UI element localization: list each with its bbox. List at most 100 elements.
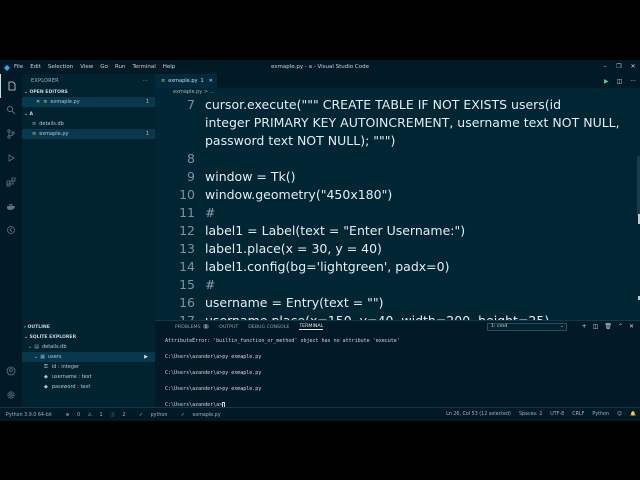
new-terminal-icon[interactable]: + bbox=[582, 323, 587, 330]
menu-edit[interactable]: Edit bbox=[30, 64, 41, 70]
sqlite-explorer-section[interactable]: ⌄ SQLITE EXPLORER bbox=[22, 332, 155, 342]
sqlite-column-item[interactable]: ⚿ id : integer bbox=[22, 362, 155, 372]
letterbox-bottom bbox=[0, 421, 640, 480]
code-text: label1 = Label(text = "Enter Username:") bbox=[205, 223, 466, 238]
breadcrumb[interactable]: exmaple.py > ... bbox=[155, 88, 640, 96]
open-editors-section[interactable]: ⌄ OPEN EDITORS bbox=[22, 88, 155, 97]
cursor-position[interactable]: Ln 26, Col 53 (12 selected) bbox=[446, 412, 511, 417]
run-icon[interactable]: ▶ bbox=[604, 78, 609, 85]
line-number: 15 bbox=[179, 277, 195, 292]
open-editor-item[interactable]: ✕ ≡ exmaple.py 1 bbox=[22, 97, 155, 107]
problems-count-badge: 1 bbox=[202, 324, 210, 329]
remote-icon[interactable] bbox=[0, 218, 22, 242]
file-label: details.db bbox=[39, 121, 64, 127]
problem-count-badge: 1 bbox=[145, 131, 149, 137]
tab-problems-label: PROBLEMS bbox=[175, 325, 201, 330]
line-number: 17 bbox=[155, 312, 195, 320]
bottom-sections: › OUTLINE ⌄ SQLITE EXPLORER ⌄ ▤ details.… bbox=[22, 322, 155, 392]
folder-section[interactable]: ⌄ A bbox=[22, 110, 155, 119]
split-editor-icon[interactable]: ◫ bbox=[617, 78, 623, 85]
feedback-icon[interactable]: ☺ bbox=[617, 412, 622, 417]
sqlite-column-item[interactable]: ◆ password : text bbox=[22, 382, 155, 392]
play-icon[interactable]: ▶ bbox=[144, 354, 148, 360]
panel-actions: + ◫ 🗑 ⌃ ✕ bbox=[582, 323, 634, 330]
terminal-select[interactable]: 1: cmd ⌄ bbox=[487, 323, 567, 331]
explorer-header: EXPLORER ··· bbox=[22, 74, 155, 88]
line-number: 10 bbox=[179, 187, 195, 202]
maximize-button[interactable]: ❐ bbox=[612, 60, 626, 74]
encoding[interactable]: UTF-8 bbox=[550, 412, 564, 417]
tab-output[interactable]: OUTPUT bbox=[219, 325, 238, 330]
code-editor[interactable]: 7 cursor.execute(""" CREATE TABLE IF NOT … bbox=[155, 96, 640, 320]
info-count: 2 bbox=[122, 413, 126, 418]
menu-go[interactable]: Go bbox=[100, 64, 108, 70]
bottom-panel: PROBLEMS 1 OUTPUT DEBUG CONSOLE TERMINAL … bbox=[155, 320, 640, 409]
explorer-title: EXPLORER bbox=[31, 78, 59, 84]
tab-exmaple-py[interactable]: ≡ exmaple.py 1 ✕ bbox=[155, 74, 217, 88]
account-icon[interactable] bbox=[0, 359, 22, 383]
code-line: 12 label1 = Label(text = "Enter Username:… bbox=[155, 222, 635, 240]
tab-debug-console[interactable]: DEBUG CONSOLE bbox=[248, 325, 289, 330]
run-debug-icon[interactable] bbox=[0, 146, 22, 170]
status-left: Python 3.9.0 64-bit ⊗ 0 ⚠ 1 ⓘ 2 ✓ python… bbox=[0, 411, 221, 418]
vscode-window: ◆ File Edit Selection View Go Run Terminal Help… bbox=[0, 60, 640, 421]
gear-icon[interactable] bbox=[0, 383, 22, 407]
terminal-line: AttributeError: 'builtin_function_or_met… bbox=[165, 338, 400, 344]
warning-count: 1 bbox=[99, 413, 103, 418]
split-terminal-icon[interactable]: ◫ bbox=[593, 323, 599, 330]
menu-run[interactable]: Run bbox=[115, 64, 126, 70]
bell-icon[interactable]: 🔔 bbox=[630, 412, 636, 417]
terminal-line: C:\Users\azander\a>py exmaple.py bbox=[165, 386, 262, 392]
source-control-icon[interactable] bbox=[0, 122, 22, 146]
close-icon[interactable]: ✕ bbox=[36, 99, 40, 105]
outline-label: OUTLINE bbox=[27, 324, 50, 330]
status-bar: Python 3.9.0 64-bit ⊗ 0 ⚠ 1 ⓘ 2 ✓ python… bbox=[0, 407, 640, 421]
code-text: username = Entry(text = "") bbox=[205, 295, 384, 310]
trash-icon[interactable]: 🗑 bbox=[604, 323, 612, 330]
docker-icon[interactable] bbox=[0, 194, 22, 218]
editor-actions: ▶ ◫ ··· bbox=[604, 74, 636, 88]
files-icon[interactable] bbox=[0, 74, 22, 98]
terminal-output[interactable]: AttributeError: 'builtin_function_or_met… bbox=[165, 337, 400, 409]
indentation[interactable]: Spaces: 2 bbox=[519, 412, 542, 417]
menu-view[interactable]: View bbox=[80, 64, 93, 70]
open-editor-label: exmaple.py bbox=[50, 99, 80, 105]
file-item-details-db[interactable]: ≡ details.db bbox=[22, 119, 155, 129]
menu-terminal[interactable]: Terminal bbox=[132, 64, 155, 70]
tab-problems[interactable]: PROBLEMS 1 bbox=[165, 324, 210, 330]
extensions-icon[interactable] bbox=[0, 170, 22, 194]
more-actions-icon[interactable]: ··· bbox=[630, 78, 636, 85]
more-actions-icon[interactable]: ··· bbox=[143, 78, 148, 84]
language-mode[interactable]: Python bbox=[592, 412, 609, 417]
close-panel-icon[interactable]: ✕ bbox=[629, 323, 634, 330]
maximize-panel-icon[interactable]: ⌃ bbox=[618, 323, 623, 330]
close-icon[interactable]: ✕ bbox=[209, 78, 213, 84]
python-interpreter[interactable]: Python 3.9.0 64-bit bbox=[6, 413, 52, 418]
code-text: integer PRIMARY KEY AUTOINCREMENT, usern… bbox=[205, 115, 620, 130]
code-line: 13 label1.place(x = 30, y = 40) bbox=[155, 240, 635, 258]
sqlite-explorer-label: SQLITE EXPLORER bbox=[29, 334, 77, 340]
search-icon[interactable] bbox=[0, 98, 22, 122]
problems-status[interactable]: ⊗ 0 ⚠ 1 ⓘ 2 bbox=[60, 413, 126, 418]
file-status[interactable]: ✓ exmaple.py bbox=[175, 413, 221, 418]
line-number bbox=[155, 132, 195, 150]
file-item-exmaple-py[interactable]: ≡ exmaple.py 1 bbox=[22, 129, 155, 139]
tab-badge: 1 bbox=[200, 78, 204, 84]
activity-bar bbox=[0, 74, 22, 407]
file-label: exmaple.py bbox=[39, 131, 69, 137]
outline-section[interactable]: › OUTLINE bbox=[22, 322, 155, 332]
end-of-line[interactable]: CRLF bbox=[572, 412, 584, 417]
sqlite-table-item[interactable]: ⌄ ▦ users ▶ bbox=[22, 352, 155, 362]
tab-terminal[interactable]: TERMINAL bbox=[299, 324, 324, 330]
menu-help[interactable]: Help bbox=[163, 64, 176, 70]
menu-selection[interactable]: Selection bbox=[48, 64, 73, 70]
env-status[interactable]: ✓ python bbox=[133, 413, 167, 418]
menu-file[interactable]: File bbox=[14, 64, 23, 70]
line-number: 9 bbox=[187, 169, 195, 184]
code-text: username.place(x=150, y=40, width=200, h… bbox=[205, 312, 549, 320]
minimize-button[interactable]: – bbox=[598, 60, 612, 74]
sqlite-db-item[interactable]: ⌄ ▤ details.db bbox=[22, 342, 155, 352]
close-button[interactable]: ✕ bbox=[626, 60, 640, 74]
sqlite-column-item[interactable]: ◆ username : text bbox=[22, 372, 155, 382]
check-icon: ✓ bbox=[139, 413, 144, 418]
